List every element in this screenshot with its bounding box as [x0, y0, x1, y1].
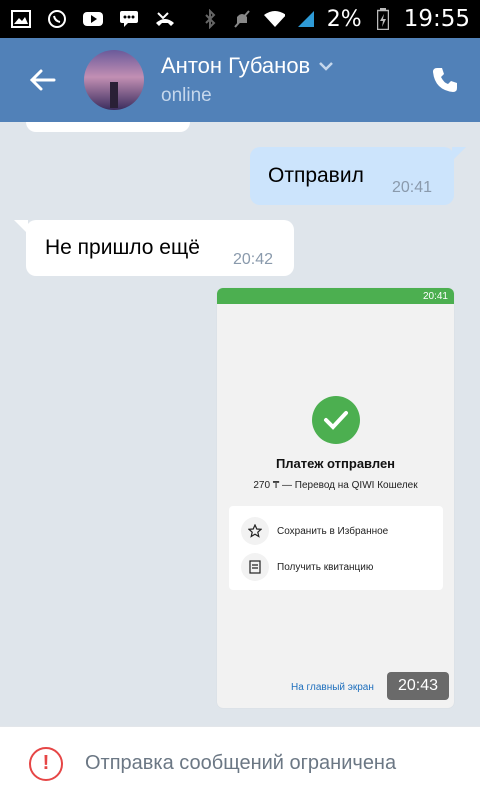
get-receipt-row: Получить квитанцию [229, 548, 443, 586]
message-text: Не пришло ещё [45, 236, 200, 259]
message-text: Отправил [268, 164, 364, 187]
phone-icon [433, 68, 457, 92]
clock: 19:55 [403, 6, 470, 32]
star-icon [241, 517, 269, 545]
restriction-bar: ! Отправка сообщений ограничена [0, 726, 480, 800]
gallery-icon [10, 9, 32, 29]
image-status-time: 20:41 [422, 290, 448, 302]
alert-icon: ! [29, 746, 63, 781]
battery-icon [372, 8, 394, 30]
youtube-icon [82, 9, 104, 29]
message-time: 20:42 [233, 251, 274, 268]
image-status-bar: 20:41 [217, 288, 454, 304]
payment-subtitle: 270 ₸ — Перевод на QIWI Кошелек [253, 480, 418, 491]
contact-status: online [161, 85, 212, 106]
signal-icon [295, 9, 317, 29]
outgoing-message[interactable]: Отправил 20:41 [250, 147, 466, 205]
check-icon [312, 396, 360, 444]
payment-title: Платеж отправлен [275, 456, 396, 471]
arrow-left-icon [29, 69, 56, 91]
battery-percent: 2% [326, 6, 362, 32]
avatar[interactable] [84, 50, 144, 110]
wifi-icon [263, 9, 285, 29]
image-time: 20:43 [387, 672, 449, 700]
chat-header: Антон Губанов online [0, 38, 480, 122]
save-favorite-label: Сохранить в Избранное [277, 525, 389, 537]
home-screen-link: На главный экран [291, 682, 374, 693]
save-favorite-row: Сохранить в Избранное [229, 512, 443, 550]
chevron-down-icon [319, 62, 334, 71]
whatsapp-icon [46, 9, 68, 29]
bluetooth-icon [199, 9, 221, 29]
status-bar: 2% 19:55 [0, 0, 480, 38]
receipt-icon [241, 553, 269, 581]
missed-call-icon [154, 9, 176, 29]
get-receipt-label: Получить квитанцию [277, 561, 374, 573]
screenshot-image-message[interactable]: 20:41 Платеж отправлен 270 ₸ — Перевод н… [217, 288, 454, 708]
contact-name: Антон Губанов [161, 53, 311, 78]
message-time: 20:41 [392, 179, 433, 196]
contact-title[interactable]: Антон Губанов online [161, 53, 410, 107]
restriction-notice: Отправка сообщений ограничена [85, 752, 397, 774]
mute-icon [231, 9, 253, 29]
payment-actions-card: Сохранить в Избранное Получить квитанцию [229, 506, 443, 590]
message-icon [118, 9, 140, 29]
call-button[interactable] [410, 38, 480, 122]
previous-message-stub [26, 122, 190, 132]
back-button[interactable] [0, 38, 84, 122]
chat-area[interactable]: Отправил 20:41 Не пришло ещё 20:42 20:41… [0, 122, 480, 726]
incoming-message[interactable]: Не пришло ещё 20:42 [14, 220, 294, 276]
